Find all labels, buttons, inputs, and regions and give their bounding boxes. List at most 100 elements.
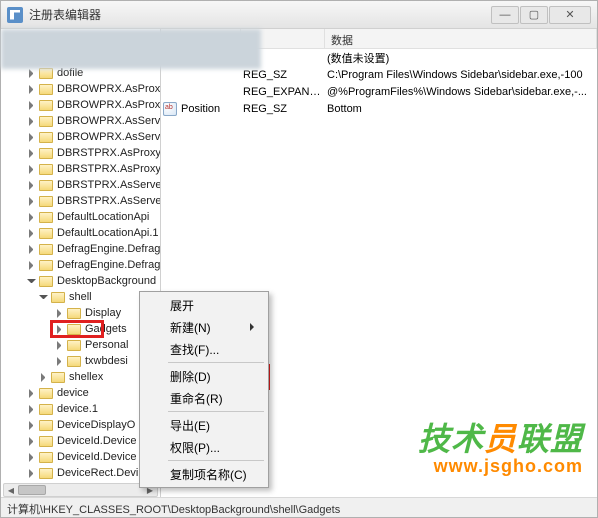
folder-icon bbox=[51, 292, 65, 303]
expand-icon[interactable] bbox=[27, 277, 36, 286]
tree-item[interactable]: DeviceRect.Devi bbox=[1, 465, 160, 481]
menu-item[interactable]: 查找(F)... bbox=[142, 338, 266, 360]
tree-item[interactable]: DeviceId.Device bbox=[1, 449, 160, 465]
tree-item[interactable]: DefaultLocationApi bbox=[1, 209, 160, 225]
expand-icon[interactable] bbox=[27, 149, 36, 158]
menu-item[interactable]: 重命名(R) bbox=[142, 387, 266, 409]
expand-icon[interactable] bbox=[55, 357, 64, 366]
menu-item-label: 权限(P)... bbox=[170, 439, 220, 456]
tree-item[interactable]: DefragEngine.DefragE bbox=[1, 241, 160, 257]
tree-item[interactable]: DeviceId.Device bbox=[1, 433, 160, 449]
expand-icon[interactable] bbox=[27, 389, 36, 398]
folder-icon bbox=[39, 452, 53, 463]
tree-item[interactable]: txwbdesi bbox=[1, 353, 160, 369]
tree-item[interactable]: DBRSTPRX.AsProxy bbox=[1, 145, 160, 161]
expand-icon[interactable] bbox=[27, 181, 36, 190]
expand-icon[interactable] bbox=[27, 453, 36, 462]
expand-icon[interactable] bbox=[55, 341, 64, 350]
blurred-region bbox=[1, 29, 261, 69]
tree-pane[interactable]: dofileDBROWPRX.AsProxyDBROWPRX.AsProxy.1… bbox=[1, 29, 161, 497]
expand-icon[interactable] bbox=[27, 69, 36, 78]
tree-item[interactable]: DBROWPRX.AsServer bbox=[1, 113, 160, 129]
tree-item-label: DeviceRect.Devi bbox=[57, 467, 138, 479]
tree-item[interactable]: DBROWPRX.AsServer. bbox=[1, 129, 160, 145]
folder-icon bbox=[39, 84, 53, 95]
tree-item-label: DeviceDisplayO bbox=[57, 419, 135, 431]
tree-item-label: DBROWPRX.AsProxy bbox=[57, 83, 160, 95]
scroll-left-icon[interactable]: ◀ bbox=[4, 484, 18, 496]
menu-separator bbox=[168, 460, 264, 461]
col-data[interactable]: 数据 bbox=[325, 29, 597, 48]
menu-item-label: 查找(F)... bbox=[170, 341, 219, 358]
tree-item-label: DBRSTPRX.AsServer.1 bbox=[57, 195, 160, 207]
tree-item[interactable]: Gadgets bbox=[1, 321, 160, 337]
menu-item-label: 展开 bbox=[170, 297, 194, 314]
tree-hscrollbar[interactable]: ◀ ▶ bbox=[3, 483, 158, 497]
tree-item[interactable]: shellex bbox=[1, 369, 160, 385]
expand-icon[interactable] bbox=[39, 373, 48, 382]
tree-item[interactable]: Display bbox=[1, 305, 160, 321]
tree-item[interactable]: DBROWPRX.AsProxy bbox=[1, 81, 160, 97]
tree-item-label: DBRSTPRX.AsProxy.1 bbox=[57, 163, 160, 175]
expand-icon[interactable] bbox=[55, 309, 64, 318]
expand-icon[interactable] bbox=[39, 293, 48, 302]
menu-item[interactable]: 删除(D) bbox=[142, 365, 266, 387]
folder-icon bbox=[39, 132, 53, 143]
menu-item[interactable]: 展开 bbox=[142, 294, 266, 316]
titlebar[interactable]: 注册表编辑器 — ▢ ✕ bbox=[1, 1, 597, 29]
expand-icon[interactable] bbox=[55, 325, 64, 334]
context-menu[interactable]: 展开新建(N) 查找(F)... 删除(D)重命名(R) 导出(E) 权限(P)... 复… bbox=[139, 291, 269, 488]
tree-item[interactable]: DesktopBackground bbox=[1, 273, 160, 289]
expand-icon[interactable] bbox=[27, 213, 36, 222]
tree-item-label: DefaultLocationApi bbox=[57, 211, 149, 223]
folder-icon bbox=[39, 68, 53, 79]
folder-icon bbox=[67, 324, 81, 335]
expand-icon[interactable] bbox=[27, 261, 36, 270]
minimize-button[interactable]: — bbox=[491, 6, 519, 24]
tree-item[interactable]: shell bbox=[1, 289, 160, 305]
tree-item-label: DefragEngine.DefragE bbox=[57, 243, 160, 255]
expand-icon[interactable] bbox=[27, 437, 36, 446]
folder-icon bbox=[67, 308, 81, 319]
expand-icon[interactable] bbox=[27, 117, 36, 126]
list-row[interactable]: REG_EXPAND_SZ@%ProgramFiles%\Windows Sid… bbox=[161, 83, 597, 100]
tree-item[interactable]: device.1 bbox=[1, 401, 160, 417]
expand-icon[interactable] bbox=[27, 197, 36, 206]
menu-item[interactable]: 导出(E) bbox=[142, 414, 266, 436]
expand-icon[interactable] bbox=[27, 101, 36, 110]
tree-item[interactable]: DefaultLocationApi.1 bbox=[1, 225, 160, 241]
list-row[interactable]: PositionREG_SZBottom bbox=[161, 100, 597, 117]
tree-item-label: DBROWPRX.AsServer bbox=[57, 115, 160, 127]
folder-icon bbox=[39, 196, 53, 207]
tree-item[interactable]: DefragEngine.DefragE bbox=[1, 257, 160, 273]
tree-item[interactable]: DBRSTPRX.AsServer bbox=[1, 177, 160, 193]
expand-icon[interactable] bbox=[27, 85, 36, 94]
tree-item[interactable]: DBRSTPRX.AsProxy.1 bbox=[1, 161, 160, 177]
tree-item-label: shell bbox=[69, 291, 92, 303]
expand-icon[interactable] bbox=[27, 469, 36, 478]
expand-icon[interactable] bbox=[27, 245, 36, 254]
tree-item[interactable]: DBRSTPRX.AsServer.1 bbox=[1, 193, 160, 209]
close-button[interactable]: ✕ bbox=[549, 6, 591, 24]
folder-icon bbox=[39, 260, 53, 271]
tree-item[interactable]: DeviceDisplayO bbox=[1, 417, 160, 433]
menu-item[interactable]: 权限(P)... bbox=[142, 436, 266, 458]
value-data: C:\Program Files\Windows Sidebar\sidebar… bbox=[327, 69, 597, 81]
maximize-button[interactable]: ▢ bbox=[520, 6, 548, 24]
tree-item-label: DBRSTPRX.AsServer bbox=[57, 179, 160, 191]
tree-item[interactable]: device bbox=[1, 385, 160, 401]
expand-icon[interactable] bbox=[27, 229, 36, 238]
window-title: 注册表编辑器 bbox=[29, 6, 491, 23]
menu-item[interactable]: 新建(N) bbox=[142, 316, 266, 338]
tree-item[interactable]: DBROWPRX.AsProxy.1 bbox=[1, 97, 160, 113]
hscroll-thumb[interactable] bbox=[18, 485, 46, 495]
expand-icon[interactable] bbox=[27, 165, 36, 174]
expand-icon[interactable] bbox=[27, 133, 36, 142]
value-type: REG_EXPAND_SZ bbox=[243, 86, 327, 98]
expand-icon[interactable] bbox=[27, 405, 36, 414]
menu-item[interactable]: 复制项名称(C) bbox=[142, 463, 266, 485]
tree-item-label: device.1 bbox=[57, 403, 98, 415]
expand-icon[interactable] bbox=[27, 421, 36, 430]
tree-item[interactable]: Personal bbox=[1, 337, 160, 353]
window-controls: — ▢ ✕ bbox=[491, 6, 591, 24]
